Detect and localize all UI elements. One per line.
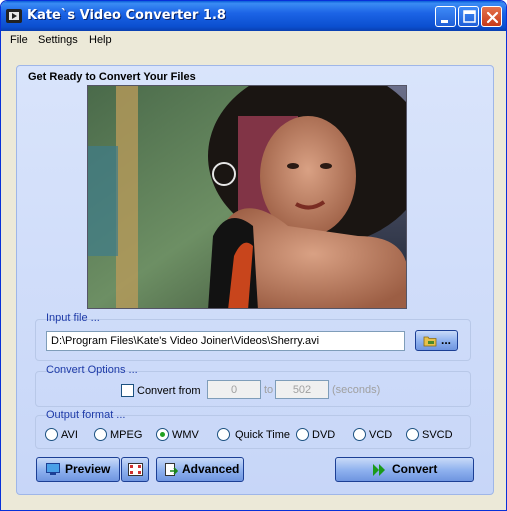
menu-file[interactable]: File bbox=[10, 34, 28, 46]
format-vcd-radio[interactable] bbox=[353, 428, 366, 441]
format-wmv-label: WMV bbox=[172, 429, 199, 441]
filmstrip-button[interactable] bbox=[121, 457, 149, 482]
seconds-label: (seconds) bbox=[332, 384, 381, 396]
menu-bar: File Settings Help bbox=[1, 31, 506, 50]
format-svcd-label: SVCD bbox=[422, 429, 453, 441]
maximize-button[interactable] bbox=[458, 6, 479, 27]
format-mpeg-label: MPEG bbox=[110, 429, 143, 441]
document-arrow-icon bbox=[165, 463, 179, 480]
format-vcd-label: VCD bbox=[369, 429, 393, 441]
convert-from-label: Convert from bbox=[137, 385, 201, 397]
convert-label: Convert bbox=[392, 462, 438, 476]
convert-from-checkbox[interactable] bbox=[121, 384, 134, 397]
film-reel-icon[interactable] bbox=[6, 8, 22, 24]
format-mpeg-radio[interactable] bbox=[94, 428, 107, 441]
convert-options-label: Convert Options ... bbox=[46, 364, 138, 376]
panel-heading: Get Ready to Convert Your Files bbox=[28, 71, 196, 83]
format-avi-radio[interactable] bbox=[45, 428, 58, 441]
menu-settings[interactable]: Settings bbox=[38, 34, 78, 46]
preview-button[interactable]: Preview bbox=[36, 457, 120, 482]
input-file-field[interactable]: D:\Program Files\Kate's Video Joiner\Vid… bbox=[46, 331, 405, 351]
convert-button[interactable]: Convert bbox=[335, 457, 474, 482]
advanced-label: Advanced bbox=[182, 462, 240, 476]
video-preview bbox=[87, 85, 407, 309]
format-svcd-radio[interactable] bbox=[406, 428, 419, 441]
format-dvd-label: DVD bbox=[312, 429, 336, 441]
close-button[interactable] bbox=[481, 6, 502, 27]
browse-label: ... bbox=[441, 333, 452, 347]
title-bar[interactable]: Kate`s Video Converter 1.8 bbox=[1, 1, 506, 31]
format-quicktime-radio[interactable] bbox=[217, 428, 230, 441]
folder-icon bbox=[423, 334, 437, 350]
monitor-icon bbox=[46, 463, 60, 479]
to-label: to bbox=[264, 384, 274, 396]
input-file-label: Input file ... bbox=[46, 312, 100, 324]
browse-button[interactable]: ... bbox=[415, 330, 458, 351]
window-title: Kate`s Video Converter 1.8 bbox=[27, 8, 226, 23]
output-format-label: Output format ... bbox=[46, 409, 126, 421]
advanced-button[interactable]: Advanced bbox=[156, 457, 244, 482]
format-avi-label: AVI bbox=[61, 429, 78, 441]
video-frame-image bbox=[88, 86, 406, 308]
preview-label: Preview bbox=[65, 462, 111, 476]
minimize-button[interactable] bbox=[435, 6, 456, 27]
menu-help[interactable]: Help bbox=[89, 34, 112, 46]
filmstrip-icon bbox=[128, 463, 143, 479]
double-arrow-icon bbox=[373, 464, 387, 479]
convert-from-field[interactable]: 0 bbox=[207, 380, 261, 399]
format-wmv-radio[interactable] bbox=[156, 428, 169, 441]
app-window: Kate`s Video Converter 1.8 File Settings… bbox=[0, 0, 507, 511]
format-quicktime-label: Quick Time bbox=[235, 429, 291, 441]
convert-to-field[interactable]: 502 bbox=[275, 380, 329, 399]
format-dvd-radio[interactable] bbox=[296, 428, 309, 441]
